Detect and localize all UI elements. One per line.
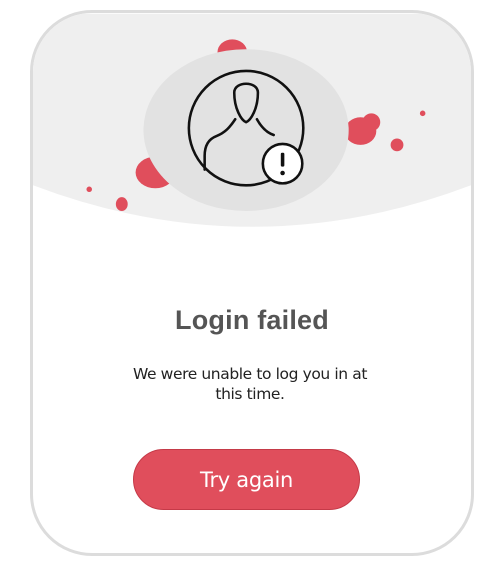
try-again-button[interactable]: Try again [133,449,360,510]
splatter-dot [86,186,92,193]
splatter-dot [115,197,128,211]
splatter-dot [362,113,381,132]
login-failed-screen: Login failed We were unable to log you i… [0,0,503,563]
splatter-dot [419,110,426,117]
dialog-message: We were unable to log you in at this tim… [132,365,368,403]
exclamation-badge-icon [261,142,304,185]
dialog-title: Login failed [175,305,329,335]
login-failed-dialog: Login failed We were unable to log you i… [30,10,474,556]
splatter-dot [390,138,404,152]
avatar-circle [143,49,349,211]
